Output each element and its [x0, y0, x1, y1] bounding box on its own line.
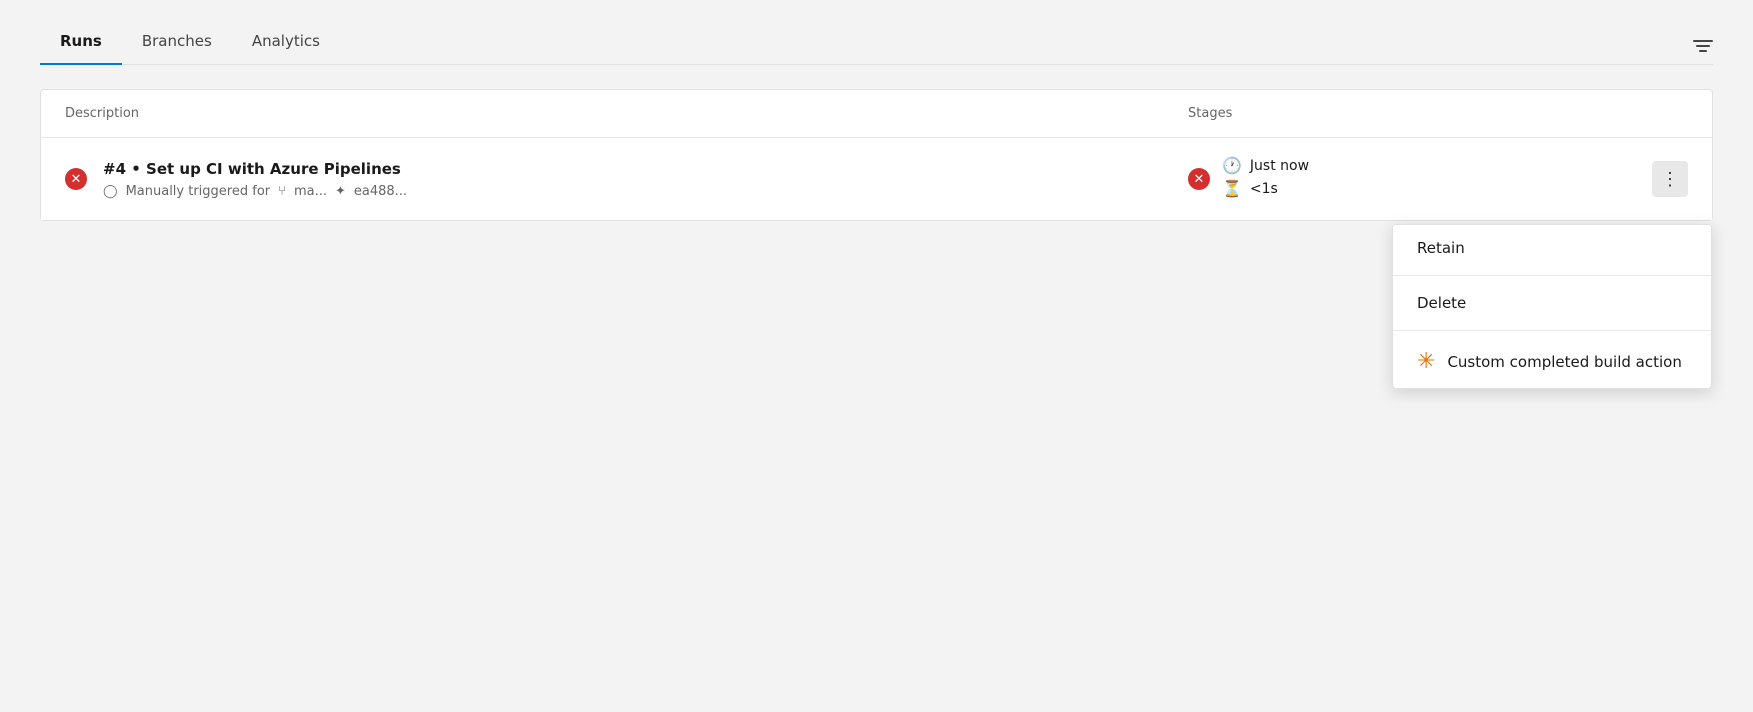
tab-bar: Runs Branches Analytics [40, 0, 1713, 65]
tab-analytics[interactable]: Analytics [232, 20, 340, 64]
commit-text: ea488... [354, 184, 407, 199]
more-options-button[interactable]: ⋮ [1652, 161, 1688, 197]
row-meta: ◯ Manually triggered for ⑂ ma... ✦ ea488… [103, 184, 1188, 199]
stopwatch-icon: ⏳ [1222, 179, 1242, 198]
filter-button[interactable] [1693, 40, 1713, 64]
filter-icon [1693, 40, 1713, 52]
row-wrapper: ✕ #4 • Set up CI with Azure Pipelines ◯ … [41, 138, 1712, 220]
context-menu-item-retain[interactable]: Retain [1393, 225, 1711, 271]
context-menu-divider-1 [1393, 275, 1711, 276]
page-container: Runs Branches Analytics Description Stag… [0, 0, 1753, 712]
table-row: ✕ #4 • Set up CI with Azure Pipelines ◯ … [41, 138, 1712, 220]
row-description: #4 • Set up CI with Azure Pipelines ◯ Ma… [103, 160, 1188, 199]
time-line-duration: ⏳ <1s [1222, 179, 1640, 198]
user-icon: ◯ [103, 184, 118, 199]
error-circle-icon: ✕ [65, 168, 87, 190]
branch-icon: ⑂ [278, 184, 286, 199]
tab-runs[interactable]: Runs [40, 20, 122, 64]
context-menu-item-delete[interactable]: Delete [1393, 280, 1711, 326]
branch-text: ma... [294, 184, 327, 199]
asterisk-icon: ✳ [1417, 349, 1435, 374]
col-header-description: Description [65, 106, 1188, 121]
col-header-stages: Stages [1188, 106, 1688, 121]
row-stages: ✕ 🕐 Just now ⏳ <1s [1188, 156, 1688, 202]
context-menu: Retain Delete ✳ Custom completed build a… [1392, 224, 1712, 389]
context-menu-divider-2 [1393, 330, 1711, 331]
table-header: Description Stages [41, 90, 1712, 138]
row-status-icon: ✕ [65, 168, 87, 190]
stage-error-icon: ✕ [1188, 168, 1210, 190]
table-card: Description Stages ✕ #4 • Set up CI with… [40, 89, 1713, 221]
time-label: Just now [1250, 158, 1309, 174]
custom-action-label: Custom completed build action [1447, 353, 1681, 371]
trigger-text: Manually triggered for [126, 184, 271, 199]
clock-calendar-icon: 🕐 [1222, 156, 1242, 175]
time-line-timestamp: 🕐 Just now [1222, 156, 1640, 175]
stage-error-circle: ✕ [1188, 168, 1210, 190]
context-menu-item-custom-action[interactable]: ✳ Custom completed build action [1393, 335, 1711, 388]
duration-text: <1s [1250, 181, 1278, 197]
tab-branches[interactable]: Branches [122, 20, 232, 64]
commit-icon: ✦ [335, 184, 346, 199]
row-title: #4 • Set up CI with Azure Pipelines [103, 160, 1188, 178]
stages-time-info: 🕐 Just now ⏳ <1s [1222, 156, 1640, 202]
main-content: Description Stages ✕ #4 • Set up CI with… [40, 65, 1713, 245]
